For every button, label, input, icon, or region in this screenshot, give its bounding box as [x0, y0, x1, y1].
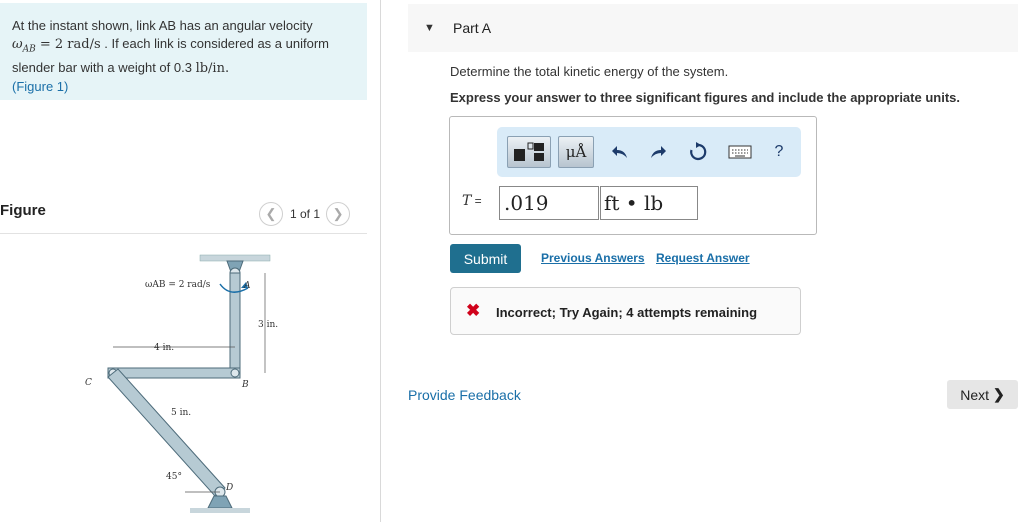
ceiling [199, 254, 271, 262]
answer-variable: T = [462, 193, 482, 209]
templates-icon [514, 142, 544, 161]
label-c: C [85, 378, 92, 388]
column-divider [380, 0, 381, 522]
feedback-text: Incorrect; Try Again; 4 attempts remaini… [496, 305, 758, 320]
instruction-text: Express your answer to three significant… [450, 90, 960, 105]
problem-statement: At the instant shown, link AB has an ang… [0, 3, 367, 100]
provide-feedback-link[interactable]: Provide Feedback [408, 387, 521, 403]
page: At the instant shown, link AB has an ang… [0, 0, 1024, 522]
label-b: B [241, 380, 249, 390]
ground [190, 508, 250, 513]
answer-units-input[interactable]: ft • lb [600, 186, 698, 220]
figure-header: Figure ❮ 1 of 1 ❯ [0, 198, 367, 234]
next-label: Next [960, 386, 990, 403]
chevron-left-icon[interactable]: ❮ [259, 202, 283, 226]
part-a-header[interactable]: ▼ Part A [408, 4, 1018, 52]
mechanism-figure: ωAB = 2 rad/s A B C D 3 in. 4 in. 5 in. … [85, 254, 278, 513]
keyboard-icon[interactable] [727, 141, 753, 163]
reset-icon[interactable] [687, 141, 709, 163]
problem-line-3: slender bar with a weight of 0.3 lb/in. [12, 59, 230, 76]
chevron-right-icon: ❯ [993, 386, 1005, 402]
label-d: D [225, 483, 233, 493]
submit-button[interactable]: Submit [450, 244, 521, 273]
help-label: ? [774, 143, 784, 160]
chevron-right-icon[interactable]: ❯ [326, 202, 351, 226]
link-ab [229, 272, 241, 376]
math-toolbar: μÅ ? [497, 127, 801, 177]
request-answer-link[interactable]: Request Answer [656, 251, 750, 265]
previous-answers-link[interactable]: Previous Answers [541, 251, 645, 265]
link-bc [107, 367, 241, 379]
label-a: A [243, 281, 251, 291]
feedback-message: ✖ Incorrect; Try Again; 4 attempts remai… [450, 287, 801, 335]
units-button[interactable]: μÅ [558, 136, 594, 168]
part-title: Part A [453, 20, 492, 36]
units-label: μÅ [565, 143, 587, 161]
figure-link[interactable]: (Figure 1) [12, 78, 359, 96]
label-angle: 45° [166, 472, 182, 482]
omega-symbol: ωAB = 2 rad/s [12, 37, 101, 55]
templates-button[interactable] [507, 136, 551, 168]
undo-icon[interactable] [609, 141, 631, 163]
label-omega: ωAB = 2 rad/s [145, 280, 211, 290]
question-text: Determine the total kinetic energy of th… [450, 64, 729, 79]
pin-d-support [207, 495, 233, 509]
left-panel: At the instant shown, link AB has an ang… [0, 0, 380, 522]
problem-line-2: ωAB = 2 rad/s . If each link is consider… [12, 36, 329, 55]
figure-title: Figure [0, 202, 46, 219]
next-button[interactable]: Next ❯ [947, 380, 1018, 409]
answer-box: μÅ ? T = .019 ft • lb [449, 116, 817, 235]
label-4in: 4 in. [154, 343, 174, 353]
answer-value-input[interactable]: .019 [499, 186, 599, 220]
figure-pager: ❮ 1 of 1 ❯ [259, 202, 351, 226]
figure-page-count: 1 of 1 [290, 207, 321, 221]
pin-b [230, 368, 240, 378]
label-3in: 3 in. [258, 320, 278, 330]
help-button[interactable]: ? [768, 141, 790, 163]
label-5in: 5 in. [171, 408, 191, 418]
triangle-down-icon[interactable]: ▼ [424, 22, 435, 34]
problem-line-1: At the instant shown, link AB has an ang… [12, 18, 313, 33]
redo-icon[interactable] [647, 141, 669, 163]
x-icon: ✖ [466, 301, 481, 320]
